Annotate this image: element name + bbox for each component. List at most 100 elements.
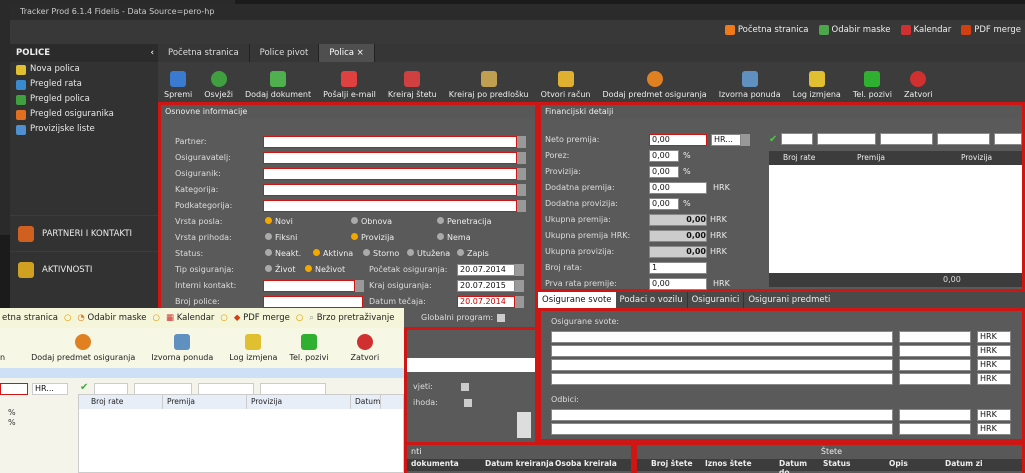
add-item-button[interactable]: Dodaj predmet osiguranja <box>597 62 713 102</box>
deduction-currency-1[interactable]: HRK <box>977 409 1011 421</box>
deduction-currency-2[interactable]: HRK <box>977 423 1011 435</box>
deduction-amount-1[interactable] <box>899 409 971 421</box>
partner-field[interactable] <box>263 135 517 148</box>
overlay-partial-button[interactable]: n <box>0 353 11 365</box>
grid-header-premium[interactable]: Premija <box>857 151 961 165</box>
overlay-nav-search[interactable]: ⌕ Brzo pretraživanje <box>309 313 394 323</box>
end-date-field[interactable]: 20.07.2015 <box>457 279 515 292</box>
create-damage-button[interactable]: Kreiraj štetu <box>382 62 443 102</box>
sum-currency-1[interactable]: HRK <box>977 331 1011 343</box>
deduction-amount-2[interactable] <box>899 423 971 435</box>
overlay-input-left[interactable] <box>0 383 28 395</box>
overlay-nav-calendar[interactable]: ▦ Kalendar <box>166 313 214 323</box>
sum-amount-2[interactable] <box>899 345 971 357</box>
overlay-nav-mask[interactable]: ◔ Odabir maske <box>77 313 146 323</box>
mid-scrollbar[interactable] <box>517 412 531 438</box>
sidebar-activities[interactable]: AKTIVNOSTI <box>10 251 158 287</box>
insurer-field[interactable] <box>263 151 517 164</box>
rate-count-field[interactable]: 1 <box>649 261 707 274</box>
overlay-close-button[interactable]: Zatvori <box>345 334 386 365</box>
damages-header-date2[interactable]: Datum zi <box>945 459 983 471</box>
overlay-check-icon[interactable]: ✔ <box>80 382 88 393</box>
overlay-grid-header-premium[interactable]: Premija <box>163 395 247 409</box>
status-option-active[interactable]: Aktivna <box>313 249 363 258</box>
grid-header-commission[interactable]: Provizija <box>961 151 992 165</box>
tab-close-icon[interactable]: × <box>357 48 364 58</box>
global-program-checkbox[interactable] <box>497 313 506 322</box>
sum-amount-4[interactable] <box>899 373 971 385</box>
ins-type-life[interactable]: Život <box>265 265 305 274</box>
internal-contact-field[interactable] <box>263 279 355 292</box>
rate-input-2[interactable] <box>816 133 876 145</box>
income-checkbox[interactable] <box>463 398 472 407</box>
tab-home[interactable]: Početna stranica <box>158 44 250 62</box>
status-option-sued[interactable]: Utužena <box>407 249 457 258</box>
sum-currency-3[interactable]: HRK <box>977 359 1011 371</box>
sum-currency-4[interactable]: HRK <box>977 373 1011 385</box>
sidebar-item-policies[interactable]: Pregled polica <box>10 92 158 107</box>
rate-input-4[interactable] <box>936 133 991 145</box>
job-option-renewal[interactable]: Obnova <box>351 217 437 226</box>
overlay-phone-button[interactable]: Tel. pozivi <box>283 334 334 365</box>
rate-input-3[interactable] <box>879 133 933 145</box>
tab-policy[interactable]: Polica × <box>319 44 375 62</box>
overlay-nav-pdf[interactable]: ◆ PDF merge <box>234 313 290 323</box>
sidebar-item-new-policy[interactable]: Nova polica <box>10 62 158 77</box>
refresh-button[interactable]: Osvježi <box>198 62 239 102</box>
job-option-penetration[interactable]: Penetracija <box>437 217 492 226</box>
ins-type-nonlife[interactable]: Neživot <box>305 265 345 274</box>
deduction-desc-2[interactable] <box>551 423 893 435</box>
tab-insured-items[interactable]: Osigurani predmeti <box>744 292 834 308</box>
damages-header-status[interactable]: Status <box>823 459 889 471</box>
sum-currency-2[interactable]: HRK <box>977 345 1011 357</box>
tab-insured-persons[interactable]: Osiguranici <box>688 292 745 308</box>
end-date-picker[interactable] <box>515 279 524 292</box>
create-template-button[interactable]: Kreiraj po predlošku <box>443 62 535 102</box>
overlay-grid-header-date[interactable]: Datum <box>351 395 382 409</box>
partner-dropdown[interactable] <box>517 135 526 148</box>
docs-header-created[interactable]: Datum kreiranja <box>485 459 555 471</box>
sidebar-item-insured[interactable]: Pregled osiguranika <box>10 107 158 122</box>
tab-vehicle-data[interactable]: Podaci o vozilu <box>616 292 688 308</box>
conditions-field[interactable] <box>407 358 535 372</box>
sidebar-partners[interactable]: PARTNERI I KONTAKTI <box>10 215 158 251</box>
job-option-new[interactable]: Novi <box>265 217 351 226</box>
internal-contact-dropdown[interactable] <box>355 279 364 292</box>
send-email-button[interactable]: Pošalji e-mail <box>317 62 382 102</box>
overlay-add-item-button[interactable]: Dodaj predmet osiguranja <box>25 334 141 365</box>
damages-header-amount[interactable]: Iznos štete <box>705 459 779 471</box>
currency-dropdown[interactable] <box>741 133 750 146</box>
grid-header-rate-no[interactable]: Broj rate <box>769 151 857 165</box>
commission-field[interactable]: 0,00 <box>649 165 679 178</box>
status-option-storno[interactable]: Storno <box>363 249 407 258</box>
rate-input-5[interactable] <box>994 133 1022 145</box>
income-option-fixed[interactable]: Fiksni <box>265 233 351 242</box>
sum-amount-1[interactable] <box>899 331 971 343</box>
sum-amount-3[interactable] <box>899 359 971 371</box>
extra-premium-field[interactable]: 0,00 <box>649 181 707 194</box>
docs-header-creator[interactable]: Osoba kreirala <box>555 459 617 471</box>
insured-dropdown[interactable] <box>517 167 526 180</box>
overlay-grid-header-commission[interactable]: Provizija <box>247 395 351 409</box>
net-premium-field[interactable]: 0,00 <box>649 133 707 146</box>
open-account-button[interactable]: Otvori račun <box>535 62 597 102</box>
overlay-offer-button[interactable]: Izvorna ponuda <box>145 334 219 365</box>
log-button[interactable]: Log izmjena <box>787 62 847 102</box>
collapse-arrow-icon[interactable]: ‹ <box>150 44 154 62</box>
income-option-commission[interactable]: Provizija <box>351 233 437 242</box>
offer-button[interactable]: Izvorna ponuda <box>713 62 787 102</box>
start-date-field[interactable]: 20.07.2014 <box>457 263 515 276</box>
subcategory-field[interactable] <box>263 199 517 212</box>
subcategory-dropdown[interactable] <box>517 199 526 212</box>
insured-field[interactable] <box>263 167 517 180</box>
insurer-dropdown[interactable] <box>517 151 526 164</box>
start-date-picker[interactable] <box>515 263 524 276</box>
damages-header-no[interactable]: Broj štete <box>637 459 705 471</box>
confirm-check-icon[interactable]: ✔ <box>769 134 777 145</box>
tab-pivot[interactable]: Police pivot <box>250 44 320 62</box>
rate-date-field[interactable]: 20.07.2014 <box>457 295 515 308</box>
close-button[interactable]: Zatvori <box>898 62 939 102</box>
rate-input-1[interactable] <box>781 133 813 145</box>
sidebar-item-commission[interactable]: Provizijske liste <box>10 122 158 137</box>
overlay-currency-select[interactable]: HR... <box>32 383 68 395</box>
